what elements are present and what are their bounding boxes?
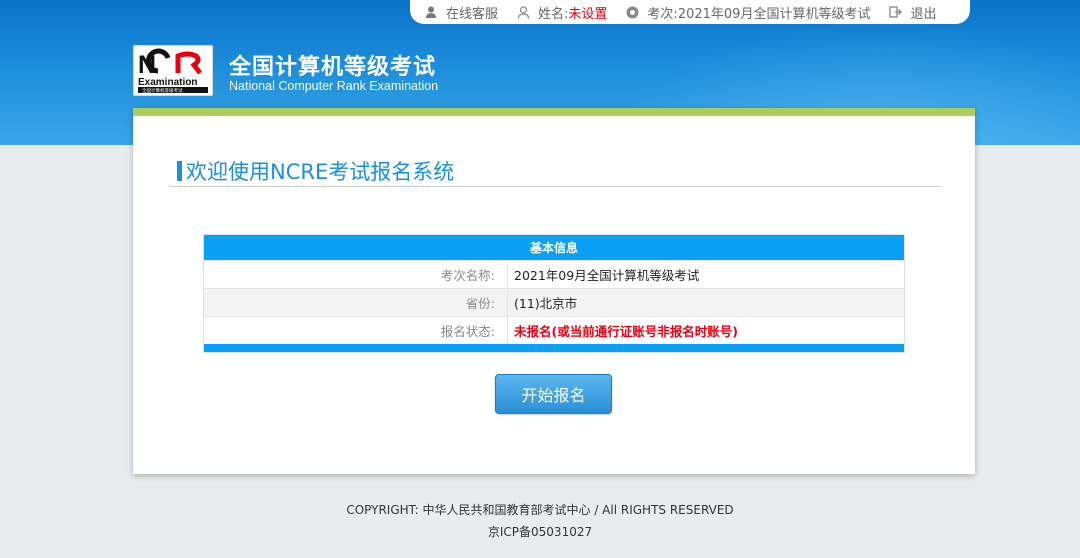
- online-service-link[interactable]: 在线客服: [424, 3, 498, 22]
- table-row: 报名状态: 未报名(或当前通行证账号非报名时账号): [204, 316, 904, 344]
- welcome-text: 欢迎使用NCRE考试报名系统: [186, 160, 455, 184]
- exam-icon: [625, 5, 639, 19]
- row-key: 省份:: [204, 289, 508, 316]
- svg-text:Examination: Examination: [138, 77, 197, 88]
- row-key: 报名状态:: [204, 317, 508, 344]
- name-value: 未设置: [568, 6, 608, 22]
- name-label: 姓名:: [538, 6, 569, 22]
- online-service-label: 在线客服: [446, 6, 499, 22]
- customer-service-icon: [424, 5, 438, 19]
- icp-text: 京ICP备05031027: [487, 525, 593, 539]
- user-icon: [516, 5, 530, 19]
- row-key: 考次名称:: [204, 261, 508, 288]
- svg-text:全国计算机等级考试: 全国计算机等级考试: [142, 87, 183, 94]
- registration-status-value: 未报名(或当前通行证账号非报名时账号): [514, 324, 738, 339]
- row-value: (11)北京市: [514, 296, 578, 311]
- row-value: 2021年09月全国计算机等级考试: [514, 268, 700, 283]
- exam-session-info: 考次: 2021年09月全国计算机等级考试: [625, 3, 870, 22]
- logout-icon: [888, 5, 902, 19]
- start-registration-button[interactable]: 开始报名: [495, 374, 612, 414]
- table-row: 考次名称: 2021年09月全国计算机等级考试: [204, 260, 904, 288]
- ncre-logo: N Examination 全国计算机等级考试: [133, 45, 213, 96]
- copyright-text: COPYRIGHT: 中华人民共和国教育部考试中心 / All RIGHTS R…: [346, 503, 734, 517]
- info-table-footer: [204, 344, 904, 352]
- heading-bar-icon: [177, 161, 182, 181]
- site-title: 全国计算机等级考试: [229, 55, 437, 80]
- main-card: 欢迎使用NCRE考试报名系统 基本信息 考次名称: 2021年09月全国计算机等…: [133, 108, 975, 474]
- exam-value: 2021年09月全国计算机等级考试: [677, 6, 871, 22]
- heading-divider: [169, 186, 941, 187]
- table-row: 省份: (11)北京市: [204, 288, 904, 316]
- site-subtitle: National Computer Rank Examination: [229, 79, 439, 93]
- info-table-title: 基本信息: [204, 235, 904, 260]
- user-name-info: 姓名: 未设置: [516, 3, 607, 22]
- exam-label: 考次:: [647, 6, 678, 22]
- basic-info-table: 基本信息 考次名称: 2021年09月全国计算机等级考试 省份: (11)北京市…: [203, 234, 905, 353]
- user-topbar: 在线客服 姓名: 未设置 考次: 2021年09月全国计算机等级考试 退出: [410, 0, 970, 24]
- welcome-heading: 欢迎使用NCRE考试报名系统: [177, 156, 454, 186]
- logout-label: 退出: [910, 6, 937, 22]
- logout-link[interactable]: 退出: [888, 3, 936, 22]
